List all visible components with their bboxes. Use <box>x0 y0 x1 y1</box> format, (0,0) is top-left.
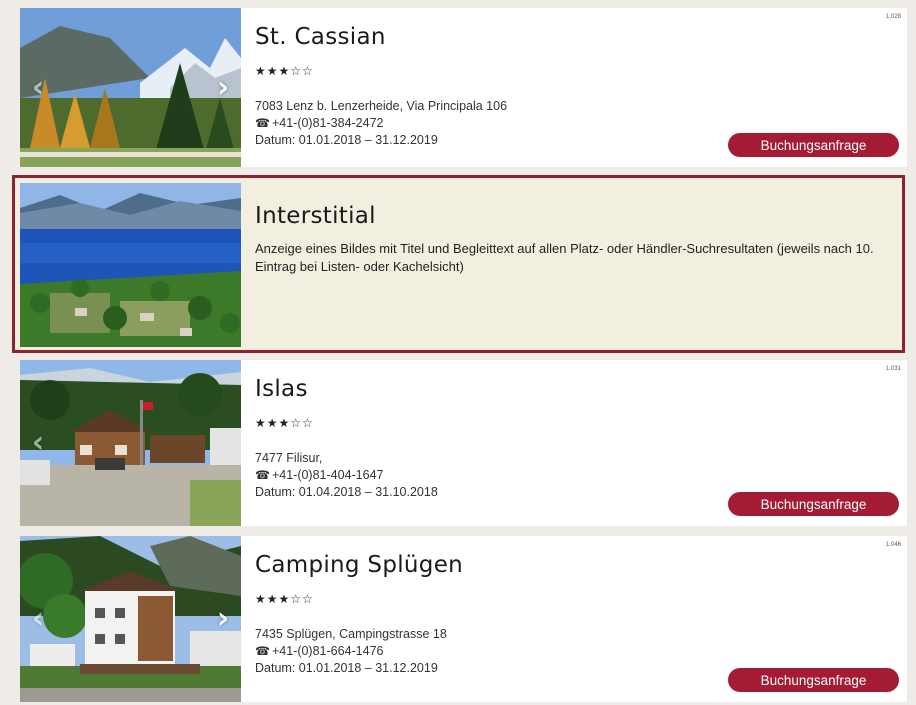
photo-prev-arrow-icon[interactable]: ‹ <box>28 427 48 459</box>
booking-request-button[interactable]: Buchungsanfrage <box>728 133 899 157</box>
interstitial-photo <box>20 183 241 347</box>
listing-date: Datum: 01.01.2018 – 31.12.2019 <box>255 661 438 675</box>
listing-title[interactable]: Camping Splügen <box>255 552 463 578</box>
listing-number: 1.046 <box>885 542 901 548</box>
star-rating: ★★★☆☆ <box>255 64 314 78</box>
photo-prev-arrow-icon[interactable]: ‹ <box>28 603 48 635</box>
listing-card[interactable]: ‹ 1.031 Islas ★★★☆☆ 7477 Filisur, ☎ +41-(… <box>20 360 907 526</box>
listing-photo[interactable]: ‹ › <box>20 536 241 702</box>
listing-phone[interactable]: +41-(0)81-404-1647 <box>272 468 384 482</box>
photo-next-arrow-icon[interactable]: › <box>213 603 233 635</box>
photo-prev-arrow-icon[interactable]: ‹ <box>28 71 48 104</box>
phone-icon: ☎ <box>255 468 270 482</box>
phone-icon: ☎ <box>255 116 270 130</box>
listing-number: 1.028 <box>885 14 901 20</box>
listing-info: 7477 Filisur, ☎ +41-(0)81-404-1647 Datum:… <box>255 450 438 501</box>
phone-icon: ☎ <box>255 644 270 658</box>
interstitial-title: Interstitial <box>255 203 376 229</box>
listing-address: 7435 Splügen, Campingstrasse 18 <box>255 627 447 641</box>
listing-title[interactable]: Islas <box>255 376 308 402</box>
listing-photo[interactable]: ‹ <box>20 360 241 526</box>
listing-phone-row: ☎ +41-(0)81-404-1647 <box>255 467 438 484</box>
listing-address: 7477 Filisur, <box>255 451 323 465</box>
listing-info: 7083 Lenz b. Lenzerheide, Via Principala… <box>255 98 507 149</box>
listing-phone-row: ☎ +41-(0)81-664-1476 <box>255 643 447 660</box>
interstitial-description: Anzeige eines Bildes mit Titel und Begle… <box>255 241 874 274</box>
listing-card[interactable]: ‹ › 1.046 Camping Splügen ★★★☆☆ 7435 Spl… <box>20 536 907 702</box>
listing-address: 7083 Lenz b. Lenzerheide, Via Principala… <box>255 99 508 113</box>
star-rating: ★★★☆☆ <box>255 416 314 430</box>
listing-date: Datum: 01.04.2018 – 31.10.2018 <box>255 485 438 499</box>
listing-photo[interactable]: ‹ › <box>20 8 241 167</box>
listing-card[interactable]: ‹ › 1.028 St. Cassian ★★★☆☆ 7083 Lenz b.… <box>20 8 907 167</box>
listing-date: Datum: 01.01.2018 – 31.12.2019 <box>255 133 438 147</box>
listing-title[interactable]: St. Cassian <box>255 24 386 50</box>
listing-info: 7435 Splügen, Campingstrasse 18 ☎ +41-(0)… <box>255 626 447 677</box>
star-rating: ★★★☆☆ <box>255 592 314 606</box>
booking-request-button[interactable]: Buchungsanfrage <box>728 668 899 692</box>
listing-phone[interactable]: +41-(0)81-384-2472 <box>272 116 384 130</box>
listing-number: 1.031 <box>885 366 901 372</box>
photo-next-arrow-icon[interactable]: › <box>213 71 233 104</box>
interstitial-card[interactable]: Interstitial Anzeige eines Bildes mit Ti… <box>12 175 905 353</box>
booking-request-button[interactable]: Buchungsanfrage <box>728 492 899 516</box>
listing-phone-row: ☎ +41-(0)81-384-2472 <box>255 115 507 132</box>
listing-phone[interactable]: +41-(0)81-664-1476 <box>272 644 384 658</box>
